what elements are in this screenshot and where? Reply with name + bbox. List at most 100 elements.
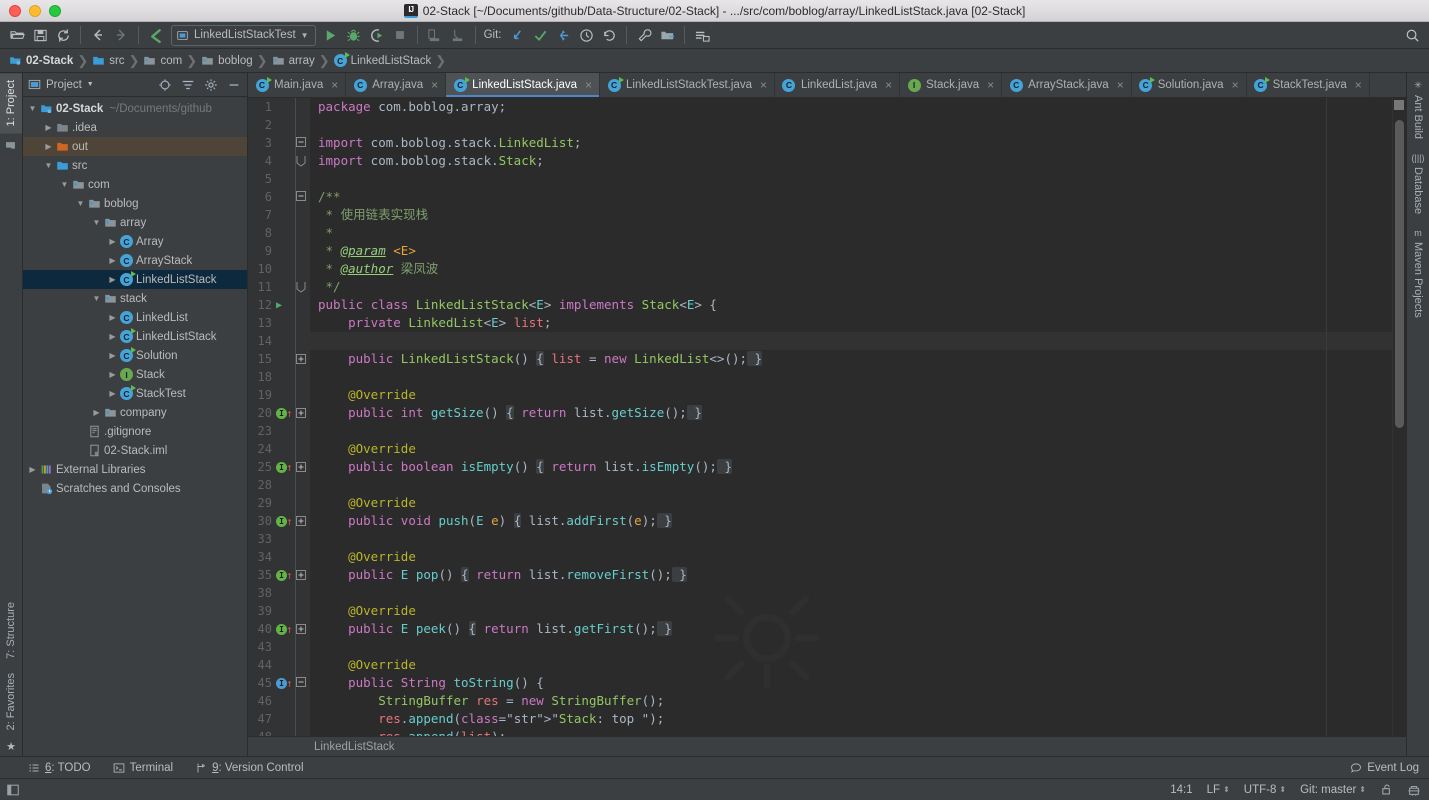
project-panel-title-group[interactable]: Project ▼: [28, 78, 94, 91]
sidebar-item-ant-build[interactable]: ✳ Ant Build: [1408, 73, 1427, 146]
run-coverage-icon[interactable]: [366, 24, 388, 46]
settings-wrench-icon[interactable]: [633, 24, 655, 46]
close-tab-icon[interactable]: ×: [987, 78, 994, 92]
code-line[interactable]: import com.boblog.stack.Stack;: [310, 152, 1392, 170]
chevron-down-icon[interactable]: ▼: [27, 104, 38, 113]
code-line[interactable]: * @param <E>: [310, 242, 1392, 260]
gutter-line[interactable]: 46: [248, 692, 310, 710]
stop-icon[interactable]: [389, 24, 411, 46]
sidebar-item-folder[interactable]: [0, 133, 22, 158]
expand-fold-icon[interactable]: [294, 516, 308, 526]
editor-tab[interactable]: C ArrayStack.java ×: [1002, 73, 1132, 97]
close-tab-icon[interactable]: ×: [331, 78, 338, 92]
tree-row[interactable]: Scratches and Consoles: [23, 479, 247, 498]
code-line[interactable]: @Override: [310, 494, 1392, 512]
gutter-line[interactable]: 44: [248, 656, 310, 674]
chevron-right-icon[interactable]: ▶: [27, 465, 38, 474]
expand-fold-icon[interactable]: [294, 408, 308, 418]
tree-row[interactable]: ▼ boblog: [23, 194, 247, 213]
code-line[interactable]: */: [310, 278, 1392, 296]
code-line[interactable]: *: [310, 224, 1392, 242]
git-branch-selector[interactable]: Git: master ⬍: [1300, 784, 1366, 796]
tool-window-todo[interactable]: 6: TODO: [28, 762, 91, 774]
tree-row[interactable]: ▼ src: [23, 156, 247, 175]
editor-tab[interactable]: C LinkedListStackTest.java ×: [600, 73, 775, 97]
open-folder-icon[interactable]: [6, 24, 28, 46]
chevron-down-icon[interactable]: ▼: [75, 199, 86, 208]
collapse-fold-icon[interactable]: [294, 191, 308, 203]
attach-icon[interactable]: [447, 24, 469, 46]
gutter-line[interactable]: 47: [248, 710, 310, 728]
code-line[interactable]: public class LinkedListStack<E> implemen…: [310, 296, 1392, 314]
chevron-down-icon[interactable]: ▼: [43, 161, 54, 170]
event-log-button[interactable]: Event Log: [1350, 762, 1419, 774]
gutter-line[interactable]: 43: [248, 638, 310, 656]
tree-row[interactable]: ▶ .idea: [23, 118, 247, 137]
editor-tab[interactable]: I Stack.java ×: [900, 73, 1003, 97]
tree-row[interactable]: ▶ company: [23, 403, 247, 422]
tree-row[interactable]: ▶ C Array: [23, 232, 247, 251]
make-project-icon[interactable]: [145, 24, 167, 46]
code-line[interactable]: @Override: [310, 602, 1392, 620]
code-line[interactable]: StringBuffer res = new StringBuffer();: [310, 692, 1392, 710]
tree-row[interactable]: ▶ External Libraries: [23, 460, 247, 479]
code-line[interactable]: * 使用链表实现栈: [310, 206, 1392, 224]
close-tab-icon[interactable]: ×: [585, 78, 592, 92]
code-line[interactable]: public int getSize() { return list.getSi…: [310, 404, 1392, 422]
chevron-down-icon[interactable]: ▼: [87, 81, 94, 88]
code-line[interactable]: [310, 422, 1392, 440]
collapse-fold-icon[interactable]: [294, 137, 308, 149]
gutter-line[interactable]: 29: [248, 494, 310, 512]
breadcrumb-item-project[interactable]: 02-Stack: [6, 49, 76, 72]
collapse-fold-icon[interactable]: [294, 677, 308, 689]
tree-row[interactable]: ▼ com: [23, 175, 247, 194]
code-line[interactable]: public String toString() {: [310, 674, 1392, 692]
encoding-selector[interactable]: UTF-8 ⬍: [1244, 784, 1286, 796]
gutter-line[interactable]: 8: [248, 224, 310, 242]
back-arrow-icon[interactable]: [87, 24, 109, 46]
git-push-icon[interactable]: [552, 24, 574, 46]
history-icon[interactable]: [575, 24, 597, 46]
code-line[interactable]: @Override: [310, 548, 1392, 566]
gutter-line[interactable]: 2: [248, 116, 310, 134]
gutter-line[interactable]: 30 I ↑: [248, 512, 310, 530]
close-tab-icon[interactable]: ×: [1232, 78, 1239, 92]
editor-tab[interactable]: C Main.java ×: [248, 73, 347, 97]
gutter-line[interactable]: 20 I ↑: [248, 404, 310, 422]
sidebar-item-structure[interactable]: 7: Structure: [0, 595, 22, 666]
implementing-method-icon[interactable]: I ↑: [274, 569, 294, 581]
code-line[interactable]: package com.boblog.array;: [310, 98, 1392, 116]
gutter-line[interactable]: 19: [248, 386, 310, 404]
chevron-right-icon[interactable]: ▶: [91, 408, 102, 417]
implementing-method-icon[interactable]: I ↑: [274, 407, 294, 419]
tree-row[interactable]: ▶ C LinkedListStack: [23, 327, 247, 346]
code-line[interactable]: res.append(class="str">"Stack: top ");: [310, 710, 1392, 728]
gutter-line[interactable]: 10: [248, 260, 310, 278]
code-line[interactable]: /**: [310, 188, 1392, 206]
tree-row[interactable]: ▶ C ArrayStack: [23, 251, 247, 270]
code-line[interactable]: public LinkedListStack() { list = new Li…: [310, 350, 1392, 368]
expand-fold-icon[interactable]: [294, 624, 308, 634]
inspection-status-icon[interactable]: [1394, 100, 1404, 110]
search-everywhere-icon[interactable]: [1401, 24, 1423, 46]
gear-icon[interactable]: [202, 76, 219, 93]
implementing-method-icon[interactable]: I ↑: [274, 623, 294, 635]
tree-row[interactable]: ▼ array: [23, 213, 247, 232]
run-icon[interactable]: [320, 24, 342, 46]
gutter-line[interactable]: 25 I ↑: [248, 458, 310, 476]
breadcrumb-item-class[interactable]: C LinkedListStack: [331, 49, 435, 72]
editor-breadcrumb[interactable]: LinkedListStack: [248, 736, 1406, 756]
code-line[interactable]: import com.boblog.stack.LinkedList;: [310, 134, 1392, 152]
chevron-down-icon[interactable]: ▼: [91, 218, 102, 227]
chevron-down-icon[interactable]: ▼: [59, 180, 70, 189]
tree-row[interactable]: ▶ C LinkedList: [23, 308, 247, 327]
gutter-line[interactable]: 35 I ↑: [248, 566, 310, 584]
editor-tab[interactable]: C Array.java ×: [346, 73, 447, 97]
breadcrumb-item-src[interactable]: src: [89, 49, 127, 72]
editor-tab[interactable]: C LinkedListStack.java ×: [446, 73, 601, 97]
gutter-line[interactable]: 9: [248, 242, 310, 260]
git-update-icon[interactable]: [506, 24, 528, 46]
fold-end-icon[interactable]: [294, 155, 308, 167]
gutter-line[interactable]: 24: [248, 440, 310, 458]
chevron-down-icon[interactable]: ▼: [301, 31, 309, 40]
